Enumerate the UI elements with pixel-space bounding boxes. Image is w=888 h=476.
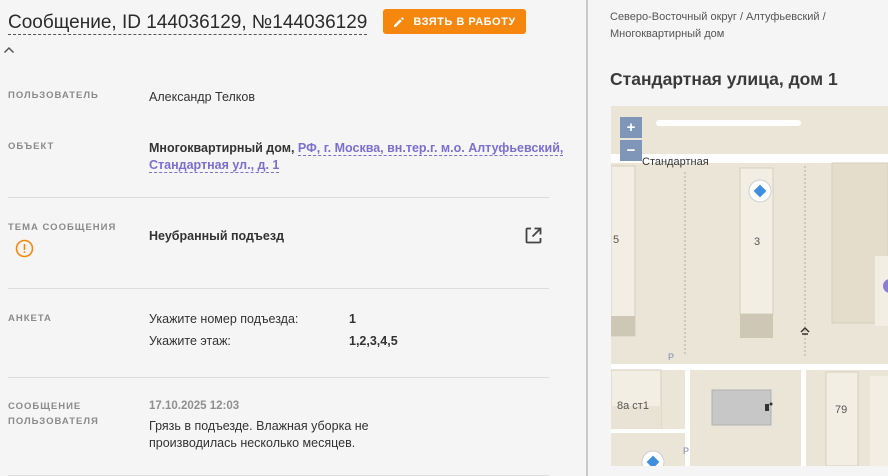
user-value: Александр Телков [149,90,255,104]
warning-icon [15,239,34,258]
building-label: 79 [835,404,847,416]
breadcrumb: Северо-Восточный округ / Алтуфьевский / … [610,11,826,40]
zoom-out-button[interactable]: − [620,140,642,161]
object-value: Многоквартирный дом, РФ, г. Москва, вн.т… [149,140,564,174]
message-panel: Сообщение, ID 144036129, №144036129 ВЗЯТ… [0,0,586,476]
message-date: 17.10.2025 12:03 [149,400,240,412]
take-to-work-label: ВЗЯТЬ В РАБОТУ [413,15,516,28]
object-address-link[interactable]: РФ, г. Москва, вн.тер.г. м.о. Алтуфьевск… [297,141,564,156]
take-to-work-button[interactable]: ВЗЯТЬ В РАБОТУ [383,9,526,34]
open-external-icon[interactable] [524,226,543,245]
pencil-icon [394,16,405,27]
divider [8,377,549,378]
survey-answer: 1 [349,312,356,326]
user-label: ПОЛЬЗОВАТЕЛЬ [8,90,99,101]
zoom-in-button[interactable]: + [620,117,642,138]
divider [8,288,549,289]
chevron-up-icon[interactable] [3,45,15,55]
survey-label: АНКЕТА [8,313,52,324]
topic-value: Неубранный подъезд [149,229,285,243]
survey-answer: 1,2,3,4,5 [349,334,398,348]
building-label: 8а ст1 [617,400,649,412]
divider [8,197,549,198]
location-panel: Северо-Восточный округ / Алтуфьевский / … [588,0,888,476]
survey-question: Укажите этаж: [149,334,231,348]
building-label: 5 [613,234,619,246]
building-label: 3 [754,236,760,248]
topic-label: ТЕМА СООБЩЕНИЯ [8,222,117,233]
page-title: Сообщение, ID 144036129, №144036129 [8,12,368,35]
street-label: Стандартная [642,156,709,168]
object-type: Многоквартирный дом, [149,141,295,155]
parking-icon: P [668,352,674,362]
object-label: ОБЪЕКТ [8,141,55,152]
message-text: Грязь в подъезде. Влажная уборка не прои… [149,419,369,450]
object-address-link-line2[interactable]: Стандартная ул., д. 1 [149,158,280,173]
location-address: Стандартная улица, дом 1 [610,69,838,89]
map-canvas[interactable]: Стандартная 5 3 8а ст1 79 P P [611,106,888,466]
user-message-label: СООБЩЕНИЕ ПОЛЬЗОВАТЕЛЯ [8,401,99,427]
map[interactable]: Стандартная 5 3 8а ст1 79 P P + − [611,106,888,466]
parking-icon: P [683,446,689,456]
survey-question: Укажите номер подъезда: [149,312,299,326]
